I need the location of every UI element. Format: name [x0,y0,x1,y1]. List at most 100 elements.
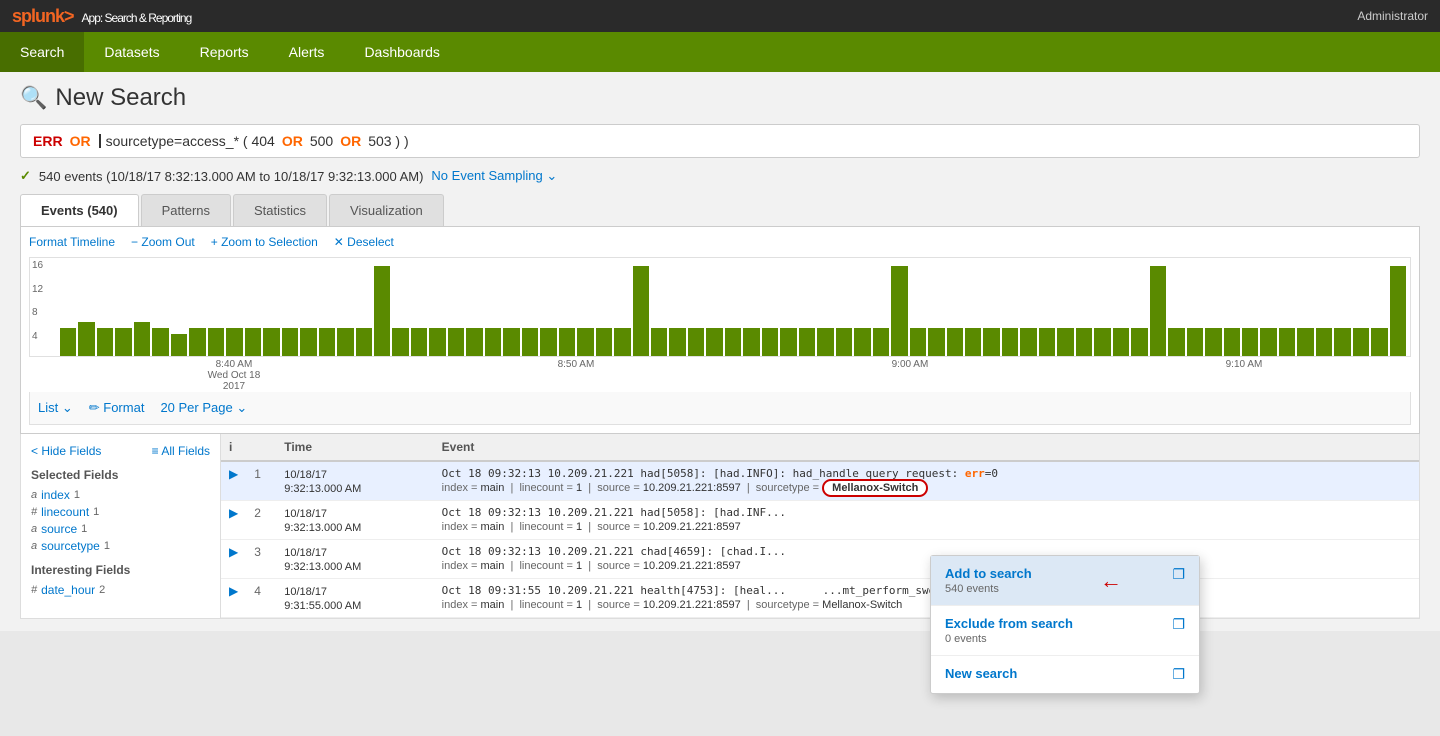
chart-bar[interactable] [263,328,279,356]
chart-bar[interactable] [1113,328,1129,356]
chart-bar[interactable] [651,328,667,356]
chart-bar[interactable] [1224,328,1240,356]
chart-bar[interactable] [1390,266,1406,356]
chart-bar[interactable] [799,328,815,356]
nav-dashboards[interactable]: Dashboards [344,32,460,72]
context-exclude-from-search[interactable]: Exclude from search 0 events ❐ [931,606,1199,656]
chart-bar[interactable] [1371,328,1387,356]
chart-bar[interactable] [910,328,926,356]
external-link-icon-1[interactable]: ❐ [1172,566,1185,583]
chart-bar[interactable] [817,328,833,356]
chart-bar[interactable] [245,328,261,356]
expand-btn-4[interactable]: ▶ [221,579,246,618]
chart-bar[interactable] [1260,328,1276,356]
format-button[interactable]: ✏ Format [89,400,145,416]
nav-search[interactable]: Search [0,32,84,72]
chart-bar[interactable] [780,328,796,356]
chart-bar[interactable] [836,328,852,356]
chart-bar[interactable] [1187,328,1203,356]
format-timeline[interactable]: Format Timeline [29,235,115,249]
splunk-logo[interactable]: splunk> App: Search & Reporting [12,6,191,27]
chart-bar[interactable] [392,328,408,356]
nav-datasets[interactable]: Datasets [84,32,179,72]
chart-bar[interactable] [60,328,76,356]
chart-bar[interactable] [1205,328,1221,356]
zoom-selection[interactable]: + Zoom to Selection [211,235,318,249]
chart-bar[interactable] [614,328,630,356]
chart-bar[interactable] [429,328,445,356]
chart-bar[interactable] [466,328,482,356]
chart-bar[interactable] [78,322,94,356]
chart-bar[interactable] [559,328,575,356]
expand-btn-2[interactable]: ▶ [221,501,246,540]
expand-btn-3[interactable]: ▶ [221,540,246,579]
chart-bar[interactable] [1039,328,1055,356]
deselect[interactable]: ✕ Deselect [334,235,394,249]
chart-bar[interactable] [1316,328,1332,356]
chart-bar[interactable] [485,328,501,356]
nav-reports[interactable]: Reports [180,32,269,72]
chart-bar[interactable] [1002,328,1018,356]
context-new-search[interactable]: New search ❐ [931,656,1199,693]
chart-bar[interactable] [1076,328,1092,356]
chart-bar[interactable] [1242,328,1258,356]
chart-bar[interactable] [873,328,889,356]
zoom-out[interactable]: − Zoom Out [131,235,195,249]
chart-bar[interactable] [1150,266,1166,356]
chart-bar[interactable] [115,328,131,356]
chart-bar[interactable] [411,328,427,356]
chart-bar[interactable] [282,328,298,356]
chart-bar[interactable] [743,328,759,356]
chart-bar[interactable] [1057,328,1073,356]
chart-bar[interactable] [97,328,113,356]
chart[interactable]: 16 12 8 4 [29,257,1411,357]
chart-bar[interactable] [706,328,722,356]
chart-bar[interactable] [688,328,704,356]
chart-bar[interactable] [356,328,372,356]
list-dropdown[interactable]: List ⌄ [38,400,73,416]
chart-bar[interactable] [171,334,187,357]
tab-patterns[interactable]: Patterns [141,194,231,226]
chart-bar[interactable] [374,266,390,356]
chart-bar[interactable] [226,328,242,356]
all-fields-btn[interactable]: ≡ All Fields [152,444,210,458]
chart-bar[interactable] [540,328,556,356]
chart-bar[interactable] [633,266,649,356]
chart-bar[interactable] [596,328,612,356]
external-link-icon-3[interactable]: ❐ [1172,666,1185,683]
chart-bar[interactable] [854,328,870,356]
chart-bar[interactable] [448,328,464,356]
chart-bar[interactable] [503,328,519,356]
no-event-sampling[interactable]: No Event Sampling ⌄ [431,168,557,184]
chart-bar[interactable] [337,328,353,356]
chart-bar[interactable] [965,328,981,356]
nav-alerts[interactable]: Alerts [269,32,345,72]
chart-bar[interactable] [1020,328,1036,356]
admin-label[interactable]: Administrator [1357,9,1428,23]
chart-bar[interactable] [300,328,316,356]
context-add-to-search[interactable]: Add to search 540 events ❐ [931,556,1199,606]
chart-bar[interactable] [1131,328,1147,356]
chart-bar[interactable] [1334,328,1350,356]
chart-bar[interactable] [891,266,907,356]
chart-bar[interactable] [725,328,741,356]
search-bar[interactable]: ERR OR sourcetype=access_* ( 404 OR 500 … [20,124,1420,158]
chart-bar[interactable] [1297,328,1313,356]
chart-bar[interactable] [983,328,999,356]
chart-bar[interactable] [928,328,944,356]
expand-btn-1[interactable]: ▶ [221,461,246,501]
chart-bar[interactable] [319,328,335,356]
tab-events[interactable]: Events (540) [20,194,139,226]
sourcetype-circled[interactable]: Mellanox-Switch [822,479,928,497]
chart-bar[interactable] [1168,328,1184,356]
chart-bar[interactable] [577,328,593,356]
chart-bar[interactable] [208,328,224,356]
chart-bar[interactable] [522,328,538,356]
chart-bar[interactable] [762,328,778,356]
tab-visualization[interactable]: Visualization [329,194,444,226]
chart-bar[interactable] [1353,328,1369,356]
tab-statistics[interactable]: Statistics [233,194,327,226]
hide-fields-btn[interactable]: < Hide Fields [31,444,101,458]
per-page-dropdown[interactable]: 20 Per Page ⌄ [160,400,247,416]
chart-bar[interactable] [669,328,685,356]
